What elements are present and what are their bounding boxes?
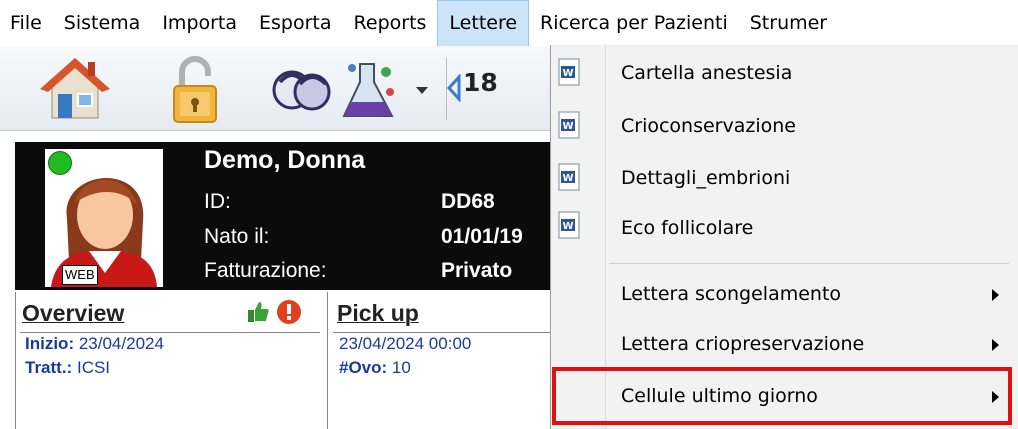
- menu-item-label: Eco follicolare: [621, 217, 754, 239]
- overview-treatment-value: ICSI: [76, 358, 111, 377]
- patient-dob-value: 01/01/19: [441, 225, 523, 248]
- overview-start-label: Inizio:: [25, 334, 75, 353]
- menu-item-cartella-anestesia[interactable]: W Cartella anestesia: [551, 48, 1018, 100]
- pickup-datetime: 23/04/2024 00:00: [339, 334, 472, 353]
- web-badge: WEB: [62, 265, 98, 285]
- word-doc-icon: W: [558, 163, 580, 191]
- overview-start: Inizio: 23/04/2024: [25, 334, 164, 354]
- lab-flask-icon[interactable]: [338, 58, 402, 124]
- padlock-icon[interactable]: [170, 54, 220, 126]
- overview-title[interactable]: Overview: [20, 292, 320, 333]
- patient-billing-label: Fatturazione:: [204, 259, 327, 282]
- menu-esporta[interactable]: Esporta: [248, 0, 343, 46]
- patient-dob-label: Nato il:: [204, 225, 270, 248]
- menu-item-lettera-criopreservazione[interactable]: Lettera criopreservazione: [551, 321, 1018, 373]
- pickup-title-text: Pick up: [337, 300, 419, 326]
- menu-bar: File Sistema Importa Esporta Reports Let…: [0, 0, 1018, 46]
- thumbs-up-icon[interactable]: [246, 300, 270, 324]
- overview-treatment: Tratt.: ICSI: [25, 358, 110, 378]
- menu-item-lettera-scongelamento[interactable]: Lettera scongelamento: [551, 269, 1018, 321]
- svg-text:W: W: [562, 221, 573, 232]
- pickup-title[interactable]: Pick up: [333, 292, 555, 333]
- menu-item-label: Cartella anestesia: [621, 62, 793, 84]
- menu-lettere[interactable]: Lettere: [437, 0, 530, 46]
- menu-file[interactable]: File: [0, 0, 53, 46]
- overview-start-value: 23/04/2024: [78, 334, 164, 353]
- word-doc-icon: W: [558, 58, 580, 86]
- pickup-ovo-value: 10: [391, 358, 411, 377]
- word-doc-icon: W: [558, 111, 580, 139]
- patient-id-label: ID:: [204, 190, 231, 213]
- patient-name: Demo, Donna: [204, 146, 366, 174]
- overview-title-text: Overview: [22, 300, 125, 326]
- menu-importa[interactable]: Importa: [151, 0, 248, 46]
- menu-item-label: Lettera criopreservazione: [621, 333, 865, 355]
- alert-icon[interactable]: [276, 299, 302, 325]
- home-icon[interactable]: [40, 56, 110, 126]
- pickup-ovo: #Ovo: 10: [339, 358, 411, 378]
- menu-item-label: Crioconservazione: [621, 115, 796, 137]
- menu-strumenti[interactable]: Strumer: [739, 0, 838, 46]
- submenu-arrow-icon: [992, 289, 999, 301]
- patients-icon[interactable]: [270, 62, 334, 122]
- menu-item-label: Lettera scongelamento: [621, 283, 842, 305]
- highlight-annotation: [552, 367, 1012, 425]
- svg-text:W: W: [562, 68, 573, 79]
- menu-ricerca-pazienti[interactable]: Ricerca per Pazienti: [529, 0, 739, 46]
- menu-separator: [609, 263, 1009, 264]
- menu-item-dettagli-embrioni[interactable]: W Dettagli_embrioni: [551, 153, 1018, 205]
- menu-item-eco-follicolare[interactable]: W Eco follicolare: [551, 205, 1018, 257]
- submenu-arrow-icon: [992, 339, 999, 351]
- patient-billing-value: Privato: [441, 259, 513, 282]
- overview-treatment-label: Tratt.:: [25, 358, 73, 377]
- svg-text:W: W: [562, 121, 573, 132]
- online-status-dot: [48, 151, 72, 175]
- patient-id-value: DD68: [441, 190, 495, 213]
- pickup-ovo-label: #Ovo:: [339, 358, 388, 377]
- date-fragment: 18: [463, 68, 498, 97]
- back-arrow-icon[interactable]: [446, 74, 462, 102]
- menu-item-crioconservazione[interactable]: W Crioconservazione: [551, 101, 1018, 153]
- word-doc-icon: W: [558, 211, 580, 239]
- svg-text:W: W: [562, 173, 573, 184]
- dropdown-arrow-icon[interactable]: [414, 84, 430, 96]
- menu-reports[interactable]: Reports: [343, 0, 438, 46]
- menu-sistema[interactable]: Sistema: [53, 0, 152, 46]
- menu-item-label: Dettagli_embrioni: [621, 167, 791, 189]
